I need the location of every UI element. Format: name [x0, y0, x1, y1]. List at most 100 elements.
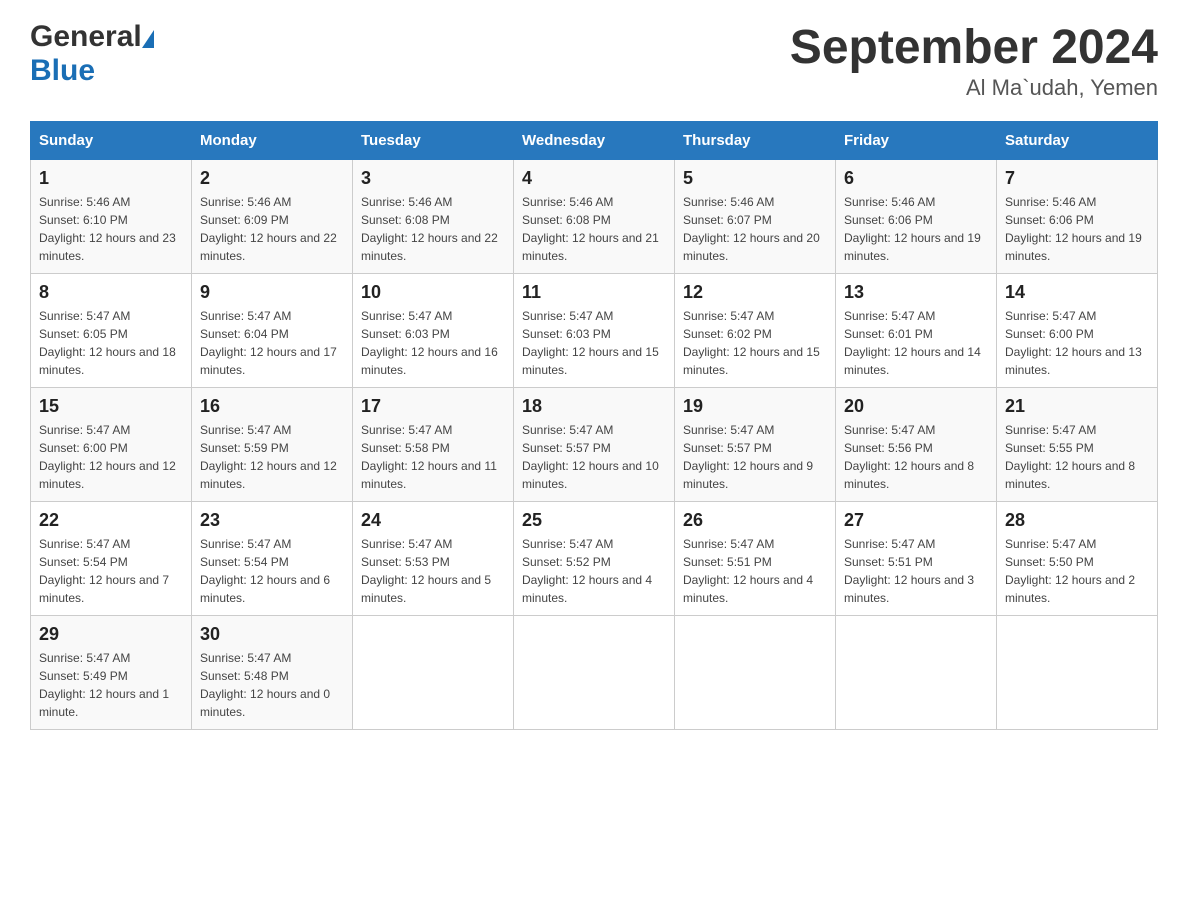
day-number: 23 — [200, 510, 344, 531]
day-number: 26 — [683, 510, 827, 531]
day-info: Sunrise: 5:46 AMSunset: 6:06 PMDaylight:… — [844, 193, 988, 265]
day-number: 24 — [361, 510, 505, 531]
day-number: 28 — [1005, 510, 1149, 531]
day-number: 3 — [361, 168, 505, 189]
calendar-day-cell: 15 Sunrise: 5:47 AMSunset: 6:00 PMDayligh… — [31, 388, 192, 502]
day-info: Sunrise: 5:47 AMSunset: 6:00 PMDaylight:… — [1005, 307, 1149, 379]
day-number: 6 — [844, 168, 988, 189]
day-of-week-header: Tuesday — [353, 122, 514, 160]
day-info: Sunrise: 5:47 AMSunset: 5:48 PMDaylight:… — [200, 649, 344, 721]
day-info: Sunrise: 5:47 AMSunset: 6:03 PMDaylight:… — [361, 307, 505, 379]
day-number: 9 — [200, 282, 344, 303]
day-info: Sunrise: 5:47 AMSunset: 5:51 PMDaylight:… — [844, 535, 988, 607]
day-info: Sunrise: 5:47 AMSunset: 5:59 PMDaylight:… — [200, 421, 344, 493]
day-info: Sunrise: 5:47 AMSunset: 5:54 PMDaylight:… — [200, 535, 344, 607]
calendar-day-cell — [353, 616, 514, 730]
day-info: Sunrise: 5:47 AMSunset: 5:52 PMDaylight:… — [522, 535, 666, 607]
day-number: 18 — [522, 396, 666, 417]
day-info: Sunrise: 5:47 AMSunset: 6:01 PMDaylight:… — [844, 307, 988, 379]
day-info: Sunrise: 5:47 AMSunset: 5:57 PMDaylight:… — [522, 421, 666, 493]
day-info: Sunrise: 5:47 AMSunset: 5:57 PMDaylight:… — [683, 421, 827, 493]
calendar-day-cell: 4Sunrise: 5:46 AMSunset: 6:08 PMDaylight… — [514, 160, 675, 274]
calendar-day-cell: 2 Sunrise: 5:46 AMSunset: 6:09 PMDaylight… — [192, 160, 353, 274]
calendar-subtitle: Al Ma`udah, Yemen — [790, 75, 1158, 101]
calendar-day-cell: 1 Sunrise: 5:46 AMSunset: 6:10 PMDaylight… — [31, 160, 192, 274]
day-number: 25 — [522, 510, 666, 531]
calendar-day-cell: 3 Sunrise: 5:46 AMSunset: 6:08 PMDaylight… — [353, 160, 514, 274]
day-info: Sunrise: 5:46 AMSunset: 6:10 PMDaylight:… — [39, 193, 183, 265]
calendar-day-cell: 19 Sunrise: 5:47 AMSunset: 5:57 PMDayligh… — [675, 388, 836, 502]
day-number: 20 — [844, 396, 988, 417]
calendar-day-cell — [514, 616, 675, 730]
day-info: Sunrise: 5:47 AMSunset: 6:02 PMDaylight:… — [683, 307, 827, 379]
day-info: Sunrise: 5:47 AMSunset: 5:58 PMDaylight:… — [361, 421, 505, 493]
day-number: 21 — [1005, 396, 1149, 417]
day-info: Sunrise: 5:46 AMSunset: 6:08 PMDaylight:… — [361, 193, 505, 265]
calendar-week-row: 8Sunrise: 5:47 AMSunset: 6:05 PMDaylight… — [31, 274, 1158, 388]
calendar-day-cell: 27 Sunrise: 5:47 AMSunset: 5:51 PMDayligh… — [836, 502, 997, 616]
day-info: Sunrise: 5:46 AMSunset: 6:09 PMDaylight:… — [200, 193, 344, 265]
day-info: Sunrise: 5:47 AMSunset: 6:00 PMDaylight:… — [39, 421, 183, 493]
logo-arrow-icon — [142, 30, 154, 48]
day-number: 27 — [844, 510, 988, 531]
calendar-day-cell: 14 Sunrise: 5:47 AMSunset: 6:00 PMDayligh… — [997, 274, 1158, 388]
day-number: 7 — [1005, 168, 1149, 189]
logo-blue-text: Blue — [30, 54, 95, 87]
day-info: Sunrise: 5:47 AMSunset: 5:53 PMDaylight:… — [361, 535, 505, 607]
calendar-week-row: 22 Sunrise: 5:47 AMSunset: 5:54 PMDayligh… — [31, 502, 1158, 616]
calendar-day-cell — [675, 616, 836, 730]
page-header: General Blue September 2024 Al Ma`udah, … — [30, 20, 1158, 101]
day-number: 13 — [844, 282, 988, 303]
day-number: 30 — [200, 624, 344, 645]
day-of-week-header: Saturday — [997, 122, 1158, 160]
calendar-day-cell: 30 Sunrise: 5:47 AMSunset: 5:48 PMDayligh… — [192, 616, 353, 730]
calendar-day-cell: 6 Sunrise: 5:46 AMSunset: 6:06 PMDaylight… — [836, 160, 997, 274]
calendar-day-cell: 11Sunrise: 5:47 AMSunset: 6:03 PMDayligh… — [514, 274, 675, 388]
day-info: Sunrise: 5:47 AMSunset: 5:50 PMDaylight:… — [1005, 535, 1149, 607]
day-number: 12 — [683, 282, 827, 303]
calendar-day-cell: 21 Sunrise: 5:47 AMSunset: 5:55 PMDayligh… — [997, 388, 1158, 502]
day-info: Sunrise: 5:46 AMSunset: 6:08 PMDaylight:… — [522, 193, 666, 265]
day-info: Sunrise: 5:47 AMSunset: 5:55 PMDaylight:… — [1005, 421, 1149, 493]
calendar-week-row: 15 Sunrise: 5:47 AMSunset: 6:00 PMDayligh… — [31, 388, 1158, 502]
day-info: Sunrise: 5:46 AMSunset: 6:06 PMDaylight:… — [1005, 193, 1149, 265]
day-number: 29 — [39, 624, 183, 645]
calendar-day-cell: 28 Sunrise: 5:47 AMSunset: 5:50 PMDayligh… — [997, 502, 1158, 616]
calendar-day-cell: 22 Sunrise: 5:47 AMSunset: 5:54 PMDayligh… — [31, 502, 192, 616]
day-number: 14 — [1005, 282, 1149, 303]
calendar-day-cell: 13 Sunrise: 5:47 AMSunset: 6:01 PMDayligh… — [836, 274, 997, 388]
calendar-day-cell: 29 Sunrise: 5:47 AMSunset: 5:49 PMDayligh… — [31, 616, 192, 730]
day-info: Sunrise: 5:47 AMSunset: 6:04 PMDaylight:… — [200, 307, 344, 379]
calendar-week-row: 29 Sunrise: 5:47 AMSunset: 5:49 PMDayligh… — [31, 616, 1158, 730]
day-number: 15 — [39, 396, 183, 417]
calendar-header-row: SundayMondayTuesdayWednesdayThursdayFrid… — [31, 122, 1158, 160]
day-number: 11 — [522, 282, 666, 303]
calendar-day-cell: 12 Sunrise: 5:47 AMSunset: 6:02 PMDayligh… — [675, 274, 836, 388]
logo: General Blue — [30, 20, 154, 88]
calendar-day-cell: 20Sunrise: 5:47 AMSunset: 5:56 PMDayligh… — [836, 388, 997, 502]
day-of-week-header: Wednesday — [514, 122, 675, 160]
day-number: 16 — [200, 396, 344, 417]
calendar-day-cell: 5 Sunrise: 5:46 AMSunset: 6:07 PMDaylight… — [675, 160, 836, 274]
calendar-day-cell: 25 Sunrise: 5:47 AMSunset: 5:52 PMDayligh… — [514, 502, 675, 616]
calendar-day-cell: 18 Sunrise: 5:47 AMSunset: 5:57 PMDayligh… — [514, 388, 675, 502]
day-info: Sunrise: 5:47 AMSunset: 5:54 PMDaylight:… — [39, 535, 183, 607]
day-info: Sunrise: 5:47 AMSunset: 5:49 PMDaylight:… — [39, 649, 183, 721]
day-number: 1 — [39, 168, 183, 189]
day-number: 17 — [361, 396, 505, 417]
calendar-day-cell — [997, 616, 1158, 730]
calendar-title: September 2024 — [790, 20, 1158, 75]
day-info: Sunrise: 5:46 AMSunset: 6:07 PMDaylight:… — [683, 193, 827, 265]
day-number: 5 — [683, 168, 827, 189]
day-number: 2 — [200, 168, 344, 189]
calendar-day-cell: 26Sunrise: 5:47 AMSunset: 5:51 PMDayligh… — [675, 502, 836, 616]
day-of-week-header: Sunday — [31, 122, 192, 160]
day-of-week-header: Thursday — [675, 122, 836, 160]
calendar-week-row: 1 Sunrise: 5:46 AMSunset: 6:10 PMDaylight… — [31, 160, 1158, 274]
day-number: 22 — [39, 510, 183, 531]
calendar-day-cell — [836, 616, 997, 730]
calendar-day-cell: 7 Sunrise: 5:46 AMSunset: 6:06 PMDaylight… — [997, 160, 1158, 274]
day-number: 19 — [683, 396, 827, 417]
calendar-day-cell: 17 Sunrise: 5:47 AMSunset: 5:58 PMDayligh… — [353, 388, 514, 502]
calendar-day-cell: 9 Sunrise: 5:47 AMSunset: 6:04 PMDaylight… — [192, 274, 353, 388]
